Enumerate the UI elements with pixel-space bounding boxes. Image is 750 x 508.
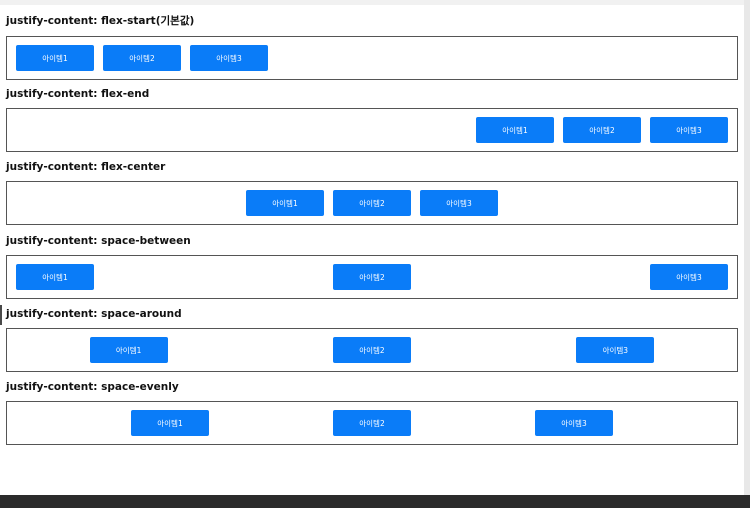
section-heading: justify-content: flex-center [6, 161, 166, 173]
flex-container: 아이템1 아이템2 아이템3 [6, 181, 738, 225]
flex-item-1[interactable]: 아이템1 [246, 190, 324, 216]
flex-item-1[interactable]: 아이템1 [16, 264, 94, 290]
flex-item-2[interactable]: 아이템2 [333, 264, 411, 290]
flex-item-2[interactable]: 아이템2 [103, 45, 181, 71]
flex-item-3[interactable]: 아이템3 [190, 45, 268, 71]
flex-item-3[interactable]: 아이템3 [420, 190, 498, 216]
window-right-edge [744, 0, 750, 495]
window-bottom-edge [0, 495, 750, 508]
flex-item-1[interactable]: 아이템1 [89, 337, 168, 363]
flex-container: 아이템1 아이템2 아이템3 [6, 36, 738, 80]
top-strip [0, 0, 744, 5]
section-heading: justify-content: flex-end [6, 88, 150, 100]
browser-page: justify-content: flex-start(기본값) 아이템1 아이… [0, 0, 744, 495]
section-heading: justify-content: space-around [6, 308, 182, 320]
flex-item-2[interactable]: 아이템2 [563, 117, 641, 143]
window-left-edge-mark [0, 305, 2, 325]
section-heading: justify-content: space-between [6, 235, 191, 247]
flex-item-3[interactable]: 아이템3 [576, 337, 655, 363]
flex-item-2[interactable]: 아이템2 [332, 337, 411, 363]
flex-item-1[interactable]: 아이템1 [131, 410, 209, 436]
flex-item-1[interactable]: 아이템1 [16, 45, 94, 71]
flex-container: 아이템1 아이템2 아이템3 [6, 108, 738, 152]
section-heading: justify-content: flex-start(기본값) [6, 15, 195, 27]
flex-container: 아이템1 아이템2 아이템3 [6, 328, 738, 372]
flex-item-2[interactable]: 아이템2 [333, 190, 411, 216]
flex-container: 아이템1 아이템2 아이템3 [6, 255, 738, 299]
flex-item-3[interactable]: 아이템3 [650, 117, 728, 143]
flex-item-3[interactable]: 아이템3 [650, 264, 728, 290]
flex-item-1[interactable]: 아이템1 [476, 117, 554, 143]
section-heading: justify-content: space-evenly [6, 381, 179, 393]
flex-container: 아이템1 아이템2 아이템3 [6, 401, 738, 445]
flex-item-3[interactable]: 아이템3 [535, 410, 613, 436]
flex-item-2[interactable]: 아이템2 [333, 410, 411, 436]
